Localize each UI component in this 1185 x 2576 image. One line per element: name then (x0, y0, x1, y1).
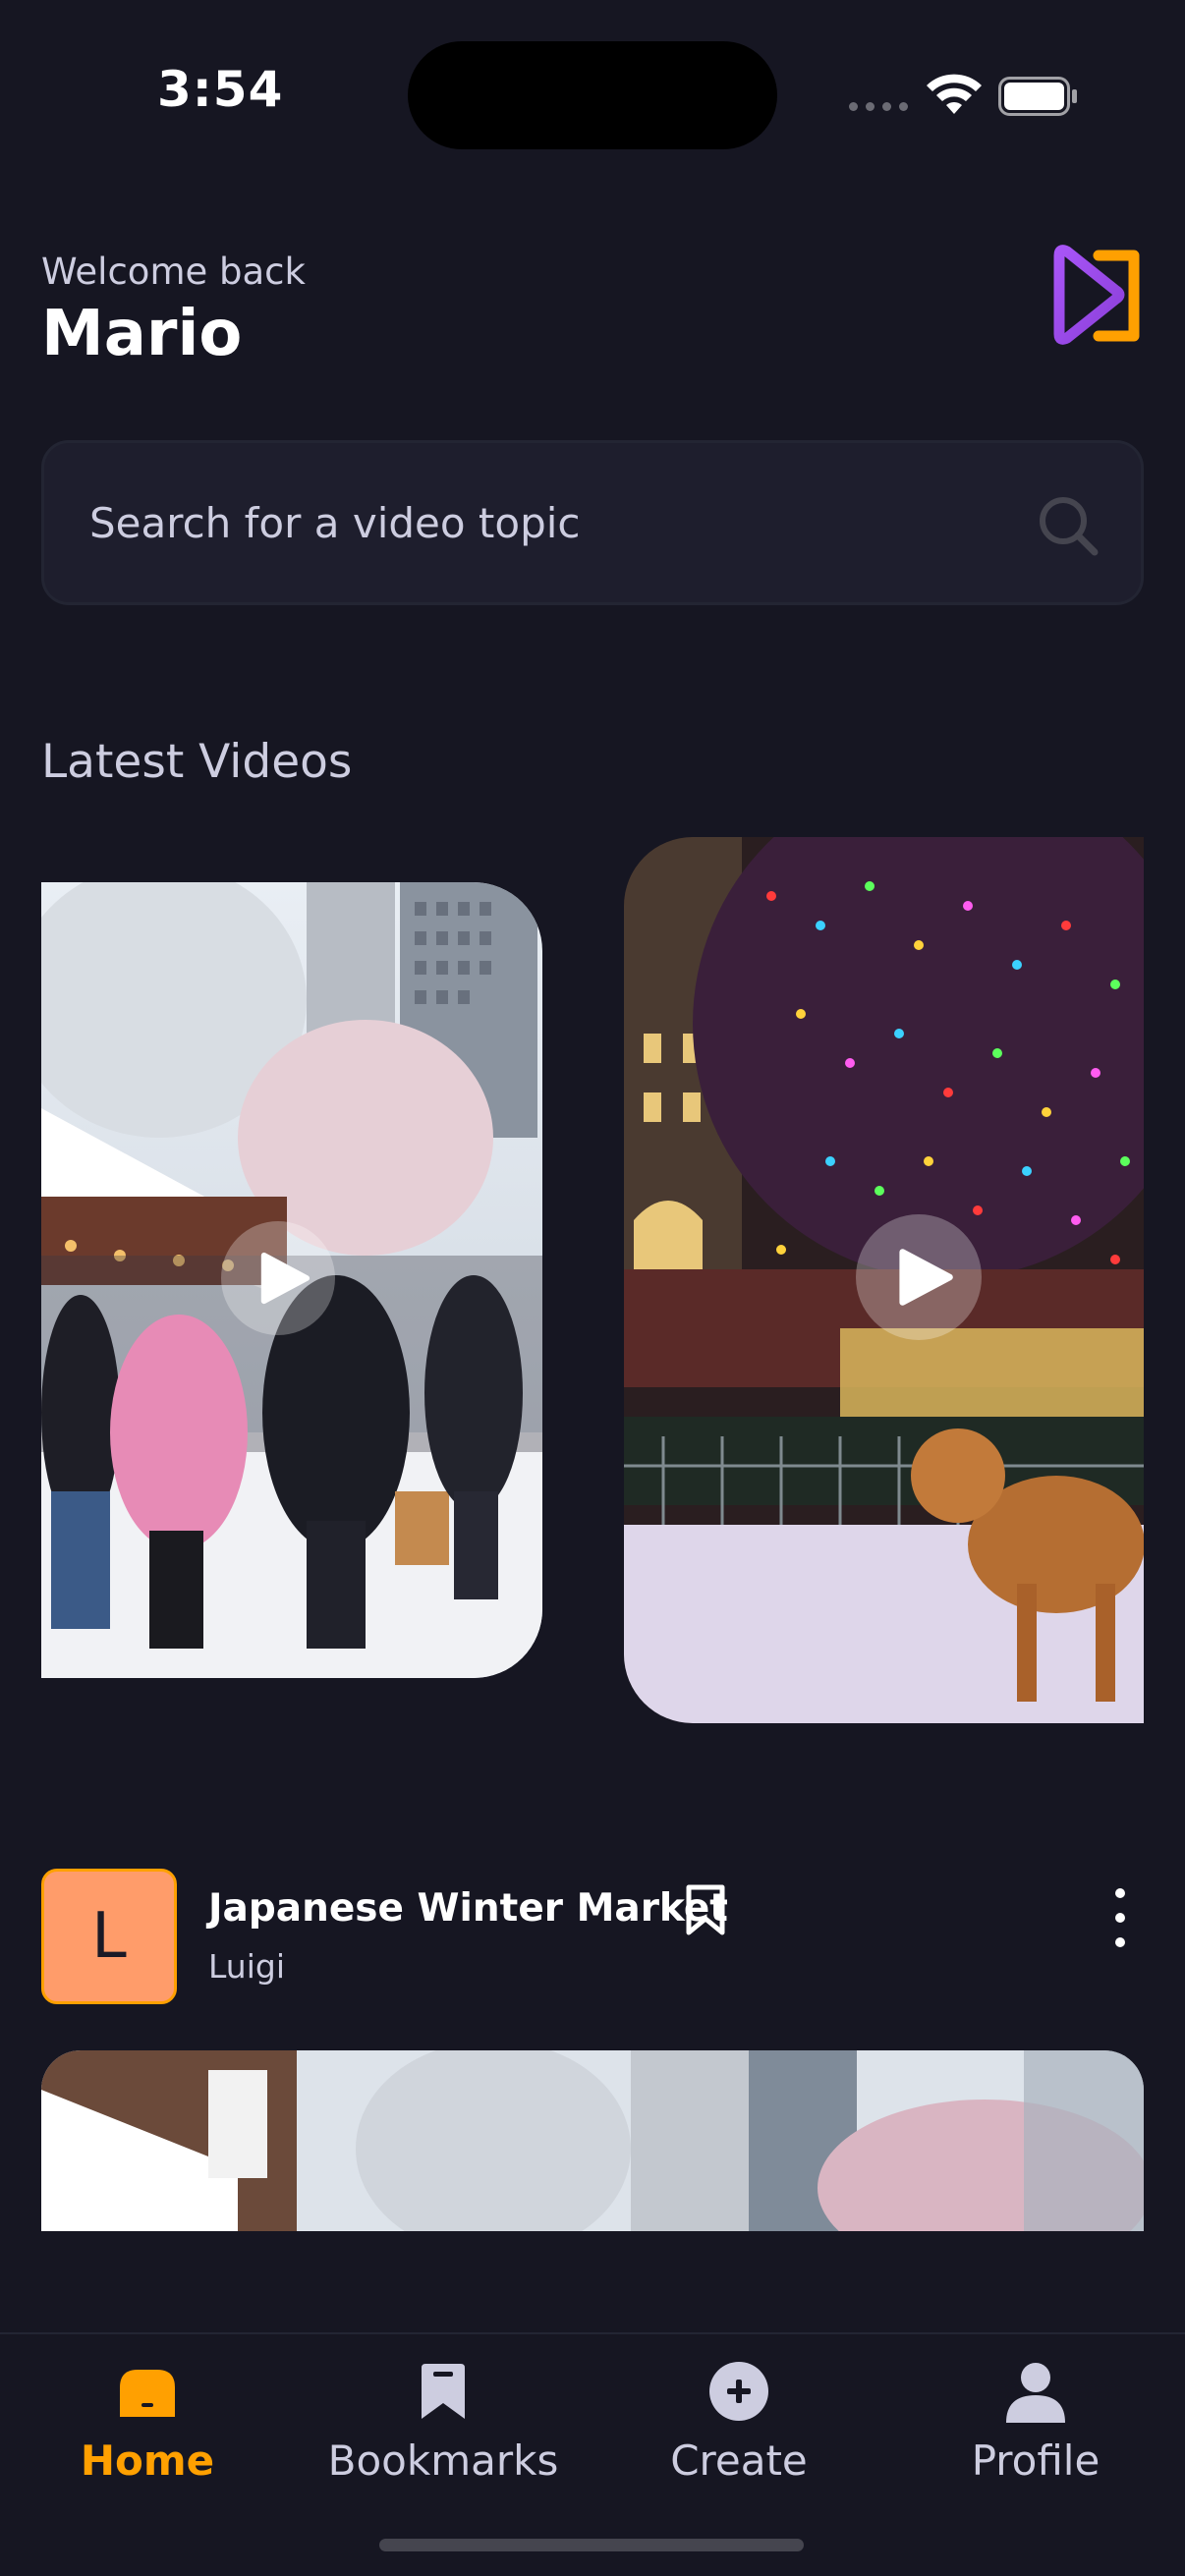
search-input[interactable] (89, 443, 974, 602)
username: Mario (41, 298, 243, 370)
play-icon (899, 1249, 954, 1306)
play-button[interactable] (856, 1214, 982, 1340)
profile-icon (1006, 2363, 1065, 2423)
tab-profile[interactable]: Profile (908, 2334, 1163, 2511)
app-logo-icon (1053, 245, 1140, 345)
avatar-letter: L (91, 1900, 127, 1973)
tab-create[interactable]: Create (611, 2334, 867, 2511)
tab-label: Profile (971, 2436, 1100, 2485)
wifi-icon (927, 74, 982, 114)
video-creator: Luigi (208, 1947, 286, 1986)
battery-icon (998, 77, 1077, 116)
tab-bookmarks[interactable]: Bookmarks (315, 2334, 571, 2511)
cellular-signal-icon (849, 102, 908, 111)
video-title[interactable]: Japanese Winter Market (208, 1886, 728, 1931)
tab-label: Bookmarks (327, 2436, 559, 2485)
video-thumbnail[interactable] (41, 2050, 1144, 2231)
bookmark-icon[interactable] (685, 1883, 726, 1936)
dynamic-island (408, 41, 777, 149)
welcome-text: Welcome back (41, 251, 306, 293)
latest-videos-title: Latest Videos (41, 735, 353, 789)
tab-home[interactable]: Home (20, 2334, 275, 2511)
search-bar[interactable] (41, 440, 1144, 605)
search-icon[interactable] (1037, 494, 1100, 557)
home-screen: 3:54 Welcome back Mario Latest Videos (0, 0, 1185, 2576)
home-icon (120, 2370, 175, 2417)
creator-avatar: L (41, 1869, 177, 2004)
status-time: 3:54 (157, 61, 284, 118)
tab-label: Create (670, 2436, 808, 2485)
play-icon (260, 1252, 310, 1305)
play-button[interactable] (221, 1221, 335, 1335)
more-options-icon[interactable] (1105, 1888, 1135, 1947)
bookmark-icon (422, 2364, 465, 2419)
tab-label: Home (80, 2436, 215, 2485)
home-indicator[interactable] (379, 2539, 804, 2551)
plus-icon (709, 2362, 768, 2421)
